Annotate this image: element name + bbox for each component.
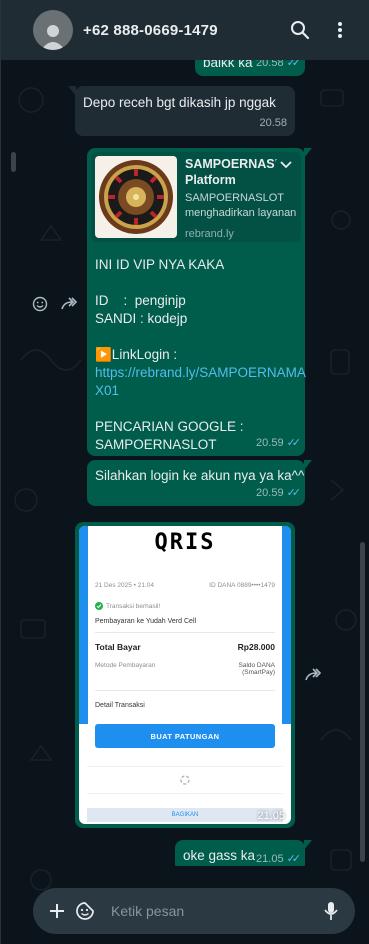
preview-description: SAMPOERNASLOT menghadirkan layanan <box>185 192 297 219</box>
message-menu-button[interactable] <box>275 154 297 176</box>
read-ticks-icon: ✓✓ <box>286 437 302 449</box>
message-line <box>95 400 299 418</box>
receipt-status: Transaksi berhasil! <box>95 602 160 610</box>
link-preview[interactable]: SAMPOERNASLOT Platform Hiburan… SAMPOERN… <box>91 152 301 242</box>
divider <box>95 632 275 633</box>
message-line: INI ID VIP NYA KAKA <box>95 257 225 272</box>
forward-icon <box>305 668 322 681</box>
receipt-image[interactable]: QRIS 21 Des 2025 • 21.04 ID DANA 0889•••… <box>79 526 291 824</box>
message-meta: 20.59 ✓✓ <box>256 484 302 502</box>
success-check-icon <box>95 602 103 610</box>
button-label: BUAT PATUNGAN <box>150 731 220 741</box>
message-outgoing-link-preview[interactable]: SAMPOERNASLOT Platform Hiburan… SAMPOERN… <box>87 148 312 456</box>
message-incoming[interactable]: Depo receh bgt dikasih jp nggak 20.58 <box>68 86 295 136</box>
message-input[interactable]: Ketik pesan <box>111 903 317 919</box>
receipt-blue-edge <box>282 526 291 724</box>
message-body: INI ID VIP NYA KAKA ID : penginjp SANDI … <box>95 256 306 454</box>
message-outgoing[interactable]: Silahkan login ke akun nya ya ka^^ 20.59… <box>87 460 312 506</box>
chat-window: +62 888-0669-1479 baikk ka 20.58 ✓✓ Depo… <box>0 0 369 944</box>
read-ticks-icon: ✓✓ <box>286 853 302 865</box>
receipt-dana-id: ID DANA 0889••••1479 <box>209 582 275 589</box>
message-line: ID : penginjp <box>95 293 186 308</box>
qris-logo: QRIS <box>154 530 216 555</box>
emoji-react-icon <box>32 296 48 312</box>
bagikan-button[interactable]: BAGIKAN <box>87 808 283 822</box>
search-icon <box>291 21 310 40</box>
message-outgoing[interactable]: baikk ka 20.58 ✓✓ <box>195 60 305 76</box>
roulette-image <box>99 160 173 234</box>
receipt-payee: Pembayaran ke Yudah Verd Cell <box>95 618 197 625</box>
message-composer: Ketik pesan <box>33 888 355 934</box>
message-line <box>95 274 299 292</box>
message-line <box>95 328 299 346</box>
message-image[interactable]: QRIS 21 Des 2025 • 21.04 ID DANA 0889•••… <box>75 522 295 828</box>
preview-thumbnail <box>95 156 177 238</box>
total-value: Rp28.000 <box>237 642 275 652</box>
message-text: baikk ka <box>203 60 253 70</box>
button-label: BAGIKAN <box>171 812 199 818</box>
total-label: Total Bayar <box>95 642 141 652</box>
message-line: ▶️LinkLogin : <box>95 347 178 362</box>
message-text: Depo receh bgt dikasih jp nggak <box>83 95 276 110</box>
scroll-indicator[interactable] <box>11 152 16 172</box>
message-outgoing[interactable]: oke gass ka 21.05 ✓✓ <box>175 840 312 866</box>
search-button[interactable] <box>280 10 320 50</box>
forward-icon <box>61 297 78 310</box>
sticker-button[interactable] <box>71 897 99 925</box>
kebab-menu-icon <box>338 22 342 38</box>
message-meta: 20.58 ✓✓ <box>256 60 302 72</box>
plus-icon <box>50 904 64 918</box>
chat-header: +62 888-0669-1479 <box>1 0 369 60</box>
read-ticks-icon: ✓✓ <box>286 487 302 499</box>
avatar[interactable] <box>33 10 73 50</box>
sticker-icon <box>76 902 94 920</box>
message-meta: 20.59 ✓✓ <box>256 434 302 452</box>
message-meta: 21.05 ✓✓ <box>256 850 302 866</box>
method-label: Metode Pembayaran <box>95 662 156 669</box>
read-ticks-icon: ✓✓ <box>286 60 302 69</box>
loading-area <box>87 766 283 794</box>
receipt-blue-edge <box>79 526 88 724</box>
message-time: 20.59 <box>256 437 284 449</box>
message-list[interactable]: baikk ka 20.58 ✓✓ Depo receh bgt dikasih… <box>1 60 369 866</box>
forward-button[interactable] <box>56 291 82 317</box>
message-time: 21.05 <box>257 810 285 822</box>
mic-icon <box>324 902 338 920</box>
forward-button[interactable] <box>300 662 326 688</box>
react-button[interactable] <box>27 291 53 317</box>
menu-button[interactable] <box>320 10 360 50</box>
loading-spinner-icon <box>180 775 190 785</box>
contact-name[interactable]: +62 888-0669-1479 <box>83 22 280 39</box>
method-value: Saldo DANA (SmartPay) <box>238 662 276 676</box>
login-link[interactable]: https://rebrand.ly/SAMPOERNAMA <box>95 364 306 382</box>
message-line: SANDI : kodejp <box>95 311 188 326</box>
message-time: 21.05 <box>256 853 284 865</box>
buat-patungan-button[interactable]: BUAT PATUNGAN <box>95 724 275 748</box>
login-link-continued[interactable]: X01 <box>95 382 299 400</box>
message-text: Silahkan login ke akun nya ya ka^^ <box>95 468 305 483</box>
preview-domain: rebrand.ly <box>185 228 234 240</box>
divider <box>95 690 275 691</box>
receipt-date: 21 Des 2025 • 21.04 <box>95 582 155 589</box>
status-text: Transaksi berhasil! <box>106 602 161 610</box>
person-icon <box>41 25 65 50</box>
voice-button[interactable] <box>317 897 345 925</box>
scrollbar-thumb[interactable] <box>360 542 365 862</box>
attach-button[interactable] <box>43 897 71 925</box>
message-time: 20.58 <box>259 117 287 129</box>
chevron-down-icon <box>280 161 292 169</box>
message-time: 20.58 <box>256 60 284 69</box>
detail-label: Detail Transaksi <box>95 702 145 709</box>
message-time: 20.59 <box>256 487 284 499</box>
message-text: oke gass ka <box>183 848 256 863</box>
message-meta: 20.58 <box>259 114 287 132</box>
